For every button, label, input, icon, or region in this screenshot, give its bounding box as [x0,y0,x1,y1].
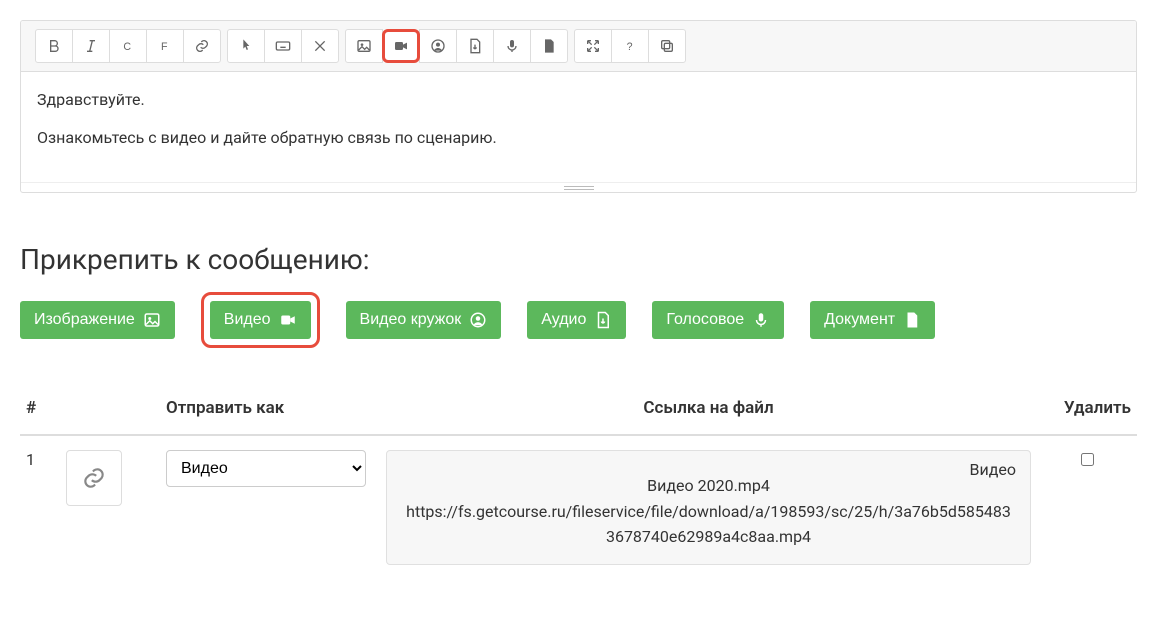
send-as-select[interactable]: Видео [166,450,366,487]
attach-circle-label: Видео кружок [360,311,462,329]
copy-btn[interactable] [648,29,686,63]
row-index: 1 [20,435,60,579]
file-card[interactable]: Видео Видео 2020.mp4 https://fs.getcours… [386,450,1031,565]
expand-icon [585,38,601,54]
doc-btn[interactable] [530,29,568,63]
editor-line-1: Здравствуйте. [37,88,1120,112]
attach-section-title: Прикрепить к сообщению: [20,243,1137,276]
letter-c-icon [120,38,136,54]
c-btn[interactable] [109,29,147,63]
attachments-table: # Отправить как Ссылка на файл Удалить 1… [20,388,1137,579]
keyboard-icon [275,38,291,54]
editor-content[interactable]: Здравствуйте. Ознакомьтесь с видео и дай… [21,72,1136,182]
attach-buttons-row: Изображение Видео Видео кружок Аудио Голосов… [20,292,1137,348]
keyboard-btn[interactable] [264,29,302,63]
attach-doc-button[interactable]: Документ [810,301,935,339]
image-icon [143,311,161,329]
th-delete: Удалить [1037,388,1137,435]
link-icon [194,38,210,54]
times-icon [312,38,328,54]
mic-icon [752,311,770,329]
th-link: Ссылка на файл [380,388,1037,435]
mic-icon [504,38,520,54]
attach-circle-button[interactable]: Видео кружок [346,301,502,339]
image-btn[interactable] [345,29,383,63]
attach-doc-label: Документ [824,311,895,329]
link-icon [81,465,107,491]
editor-line-2: Ознакомьтесь с видео и дайте обратную св… [37,126,1120,150]
audiofile-btn[interactable] [456,29,494,63]
f-btn[interactable] [146,29,184,63]
file-type-label: Видео [970,457,1016,483]
video-icon [393,38,409,54]
help-btn[interactable] [611,29,649,63]
expand-btn[interactable] [574,29,612,63]
image-icon [356,38,372,54]
italic-btn[interactable] [72,29,110,63]
file-icon [903,311,921,329]
attach-image-button[interactable]: Изображение [20,301,175,339]
letter-f-icon [157,38,173,54]
pointer-btn[interactable] [227,29,265,63]
pointer-icon [238,38,254,54]
attach-video-button[interactable]: Видео [210,301,311,339]
file-url: https://fs.getcourse.ru/fileservice/file… [405,499,1012,550]
attach-audio-button[interactable]: Аудио [527,301,626,339]
attach-voice-button[interactable]: Голосовое [652,301,784,339]
video-btn[interactable] [382,29,420,63]
bold-icon [46,38,62,54]
table-row: 1 Видео Видео Видео 2020.mp4 https://fs.… [20,435,1137,579]
file-name: Видео 2020.mp4 [405,473,1012,499]
bold-btn[interactable] [35,29,73,63]
remove-btn[interactable] [301,29,339,63]
th-send-as: Отправить как [160,388,380,435]
attach-audio-label: Аудио [541,311,586,329]
user-btn[interactable] [419,29,457,63]
copy-icon [659,38,675,54]
italic-icon [83,38,99,54]
file-audio-icon [594,311,612,329]
link-btn[interactable] [183,29,221,63]
file-link-icon-button[interactable] [66,450,122,506]
mic-btn[interactable] [493,29,531,63]
user-icon [469,311,487,329]
th-index: # [20,388,60,435]
file-audio-icon [467,38,483,54]
attach-video-label: Видео [224,311,271,329]
attach-video-highlight: Видео [201,292,320,348]
attach-voice-label: Голосовое [666,311,744,329]
video-icon [279,311,297,329]
editor-panel: Здравствуйте. Ознакомьтесь с видео и дай… [20,20,1137,193]
user-icon [430,38,446,54]
editor-toolbar [21,21,1136,72]
attach-image-label: Изображение [34,311,135,329]
file-icon [541,38,557,54]
question-icon [622,38,638,54]
delete-checkbox[interactable] [1081,453,1094,466]
editor-resize-handle[interactable] [21,182,1136,192]
